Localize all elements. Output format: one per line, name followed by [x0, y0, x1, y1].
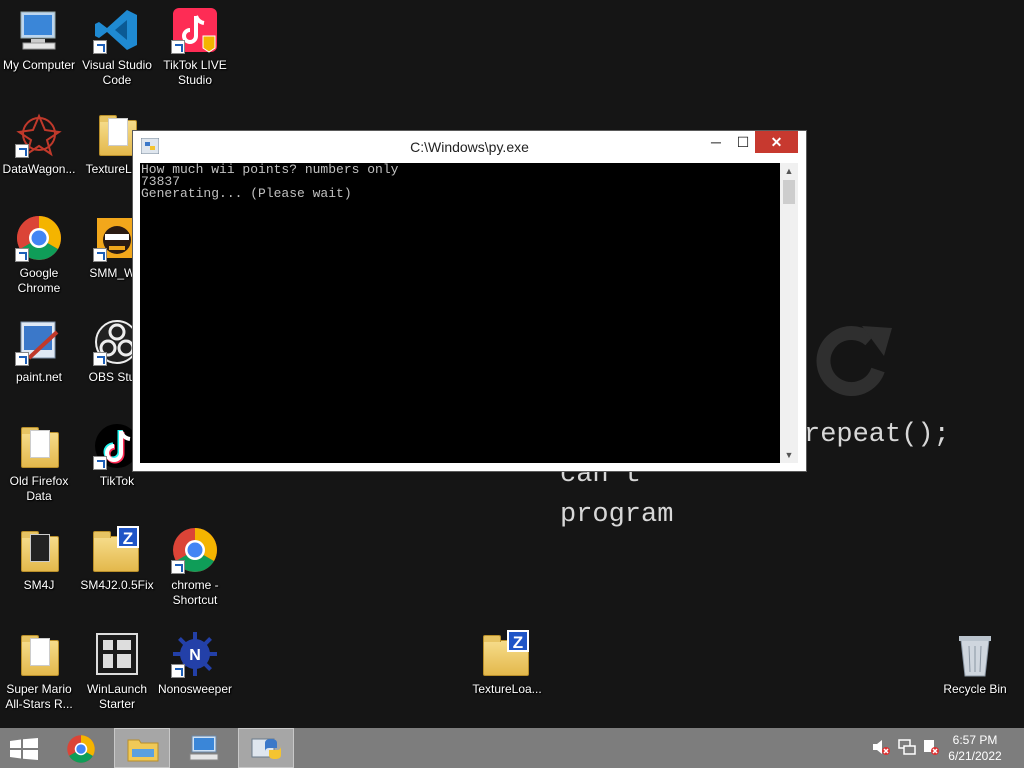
chrome-icon: [171, 526, 219, 574]
taskbar-network[interactable]: [176, 728, 232, 768]
wallpaper-text-program: program: [560, 500, 674, 530]
desktop-icon-super-mario-all-stars[interactable]: Super Mario All-Stars R...: [0, 630, 78, 712]
desktop-icon-label: Recycle Bin: [943, 682, 1007, 696]
shortcut-arrow-icon: [15, 248, 29, 262]
desktop-icon-sm4j2-fix[interactable]: Z SM4J2.0.5Fix: [78, 526, 156, 593]
shortcut-arrow-icon: [15, 352, 29, 366]
desktop-icon-winlaunch-starter[interactable]: WinLaunch Starter: [78, 630, 156, 712]
desktop-icon-label: Visual Studio Code: [82, 58, 152, 87]
desktop-icon-nonosweeper[interactable]: N Nonosweeper: [156, 630, 234, 697]
desktop-icon-old-firefox-data[interactable]: Old Firefox Data: [0, 422, 78, 504]
computer-icon: [15, 6, 63, 54]
desktop-icon-label: Nonosweeper: [157, 682, 233, 696]
taskbar: 6:57 PM 6/21/2022: [0, 728, 1024, 768]
shortcut-arrow-icon: [171, 40, 185, 54]
desktop-icon-chrome-shortcut[interactable]: chrome - Shortcut: [156, 526, 234, 608]
desktop-icon-label: Super Mario All-Stars R...: [5, 682, 73, 711]
desktop-icon-paint-net[interactable]: paint.net: [0, 318, 78, 385]
shortcut-arrow-icon: [93, 352, 107, 366]
winlaunch-icon: [93, 630, 141, 678]
zip-folder-icon: Z: [483, 630, 531, 678]
desktop-icon-label: My Computer: [2, 58, 76, 72]
network-computer-icon: [189, 735, 219, 761]
desktop-icon-datawagon[interactable]: DataWagon...: [0, 110, 78, 177]
zip-badge-icon: Z: [507, 630, 529, 652]
desktop-icon-label: SM4J2.0.5Fix: [80, 578, 154, 592]
chrome-icon: [67, 735, 95, 763]
recycle-bin-icon: [951, 630, 999, 678]
python-icon: [251, 738, 281, 759]
clock-time: 6:57 PM: [952, 733, 998, 747]
shortcut-arrow-icon: [93, 40, 107, 54]
scroll-thumb[interactable]: [783, 180, 795, 204]
desktop-icon-my-computer[interactable]: My Computer: [0, 6, 78, 73]
scroll-up-icon[interactable]: ▲: [780, 163, 798, 179]
desktop-icon-recycle-bin[interactable]: Recycle Bin: [936, 630, 1014, 697]
maximize-button[interactable]: ☐: [730, 131, 756, 153]
folder-icon: [15, 630, 63, 678]
scroll-down-icon[interactable]: ▼: [780, 447, 798, 463]
folder-icon: [15, 526, 63, 574]
desktop-icon-label: TikTok: [99, 474, 135, 488]
console-output[interactable]: How much wii points? numbers only 73837 …: [140, 163, 780, 463]
window-titlebar[interactable]: C:\Windows\py.exe ─ ☐ ✕: [133, 131, 806, 163]
taskbar-file-explorer[interactable]: [114, 728, 170, 768]
clock-date: 6/21/2022: [948, 749, 1002, 763]
svg-text:N: N: [189, 647, 201, 664]
desktop-icon-label: WinLaunch Starter: [86, 682, 148, 711]
desktop-icon-textureloa[interactable]: Z TextureLoa...: [468, 630, 546, 697]
console-line: How much wii points? numbers only: [141, 162, 399, 177]
datawagon-icon: [15, 110, 63, 158]
desktop-icon-google-chrome[interactable]: Google Chrome: [0, 214, 78, 296]
desktop-icon-label: TextureLoa...: [472, 682, 542, 696]
minimize-button[interactable]: ─: [703, 131, 729, 153]
desktop-icon-visual-studio-code[interactable]: Visual Studio Code: [78, 6, 156, 88]
network-status-icon[interactable]: [898, 738, 916, 756]
console-line: Generating... (Please wait): [141, 186, 352, 201]
refresh-icon: [816, 326, 892, 396]
console-window[interactable]: C:\Windows\py.exe ─ ☐ ✕ How much wii poi…: [132, 130, 807, 472]
shortcut-arrow-icon: [171, 664, 185, 678]
nonosweeper-icon: N: [171, 630, 219, 678]
tiktok-live-icon: [171, 6, 219, 54]
desktop-icon-sm4j[interactable]: SM4J: [0, 526, 78, 593]
desktop-icon-label: SM4J: [23, 578, 55, 592]
shortcut-arrow-icon: [93, 248, 107, 262]
folder-icon: [15, 422, 63, 470]
shortcut-arrow-icon: [15, 144, 29, 158]
taskbar-clock[interactable]: 6:57 PM 6/21/2022: [940, 732, 1010, 764]
shortcut-arrow-icon: [171, 560, 185, 574]
desktop-icon-label: Google Chrome: [17, 266, 61, 295]
zip-folder-icon: Z: [93, 526, 141, 574]
vscode-icon: [93, 6, 141, 54]
desktop: repeat(); can't program My Computer Data…: [0, 0, 1024, 728]
vertical-scrollbar[interactable]: ▲ ▼: [780, 163, 798, 463]
shortcut-arrow-icon: [93, 456, 107, 470]
chrome-icon: [15, 214, 63, 262]
desktop-icon-label: paint.net: [15, 370, 63, 384]
zip-badge-icon: Z: [117, 526, 139, 548]
paintnet-icon: [15, 318, 63, 366]
volume-muted-icon[interactable]: [872, 738, 890, 756]
desktop-icon-label: TikTok LIVE Studio: [163, 58, 227, 87]
close-button[interactable]: ✕: [755, 131, 798, 153]
desktop-icon-tiktok-live-studio[interactable]: TikTok LIVE Studio: [156, 6, 234, 88]
desktop-icon-label: chrome - Shortcut: [171, 578, 219, 607]
action-center-alert-icon[interactable]: [922, 738, 940, 756]
file-explorer-icon: [127, 739, 159, 762]
start-button[interactable]: [10, 738, 38, 760]
taskbar-python[interactable]: [238, 728, 294, 768]
wallpaper-text-repeat: repeat();: [804, 420, 950, 450]
taskbar-chrome[interactable]: [54, 728, 110, 768]
desktop-icon-label: DataWagon...: [2, 162, 76, 176]
desktop-icon-label: Old Firefox Data: [9, 474, 69, 503]
